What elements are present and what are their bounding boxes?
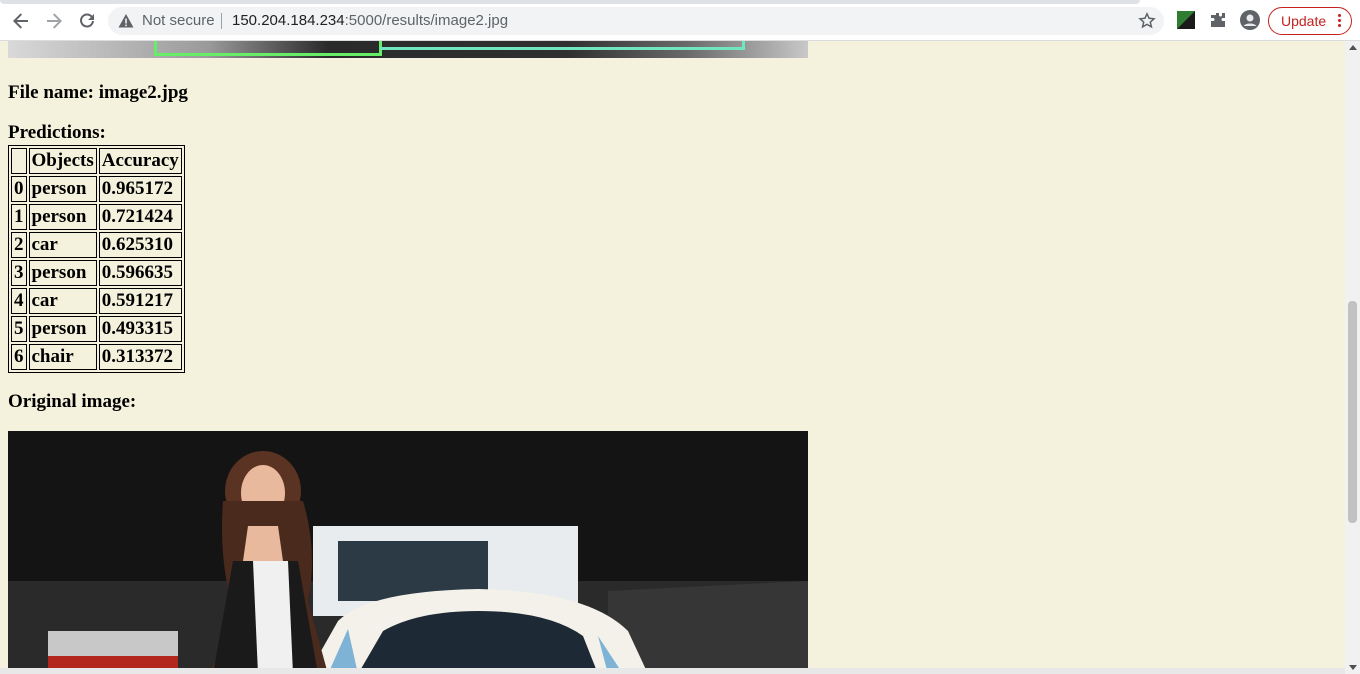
warning-icon[interactable]	[118, 13, 134, 29]
predictions-table: Objects Accuracy 0 person 0.965172 1 person…	[8, 145, 185, 373]
annotated-result-image	[8, 41, 808, 58]
arrow-left-icon	[13, 13, 28, 29]
accuracy-header: Accuracy	[98, 148, 182, 174]
omnibox-divider	[221, 13, 222, 29]
update-label: Update	[1281, 13, 1327, 29]
scroll-down-arrow-icon[interactable]	[1349, 665, 1357, 670]
predictions-heading: Predictions:	[8, 122, 106, 143]
row-accuracy: 0.493315	[98, 316, 182, 342]
row-object: chair	[28, 344, 97, 370]
tab-strip-edge	[0, 0, 1140, 4]
row-object: car	[28, 232, 97, 258]
extension-app-icon[interactable]	[1177, 11, 1195, 29]
back-button[interactable]	[9, 9, 33, 33]
row-index: 6	[11, 344, 27, 370]
table-row: 1 person 0.721424	[11, 204, 182, 230]
row-index: 5	[11, 316, 27, 342]
url-text[interactable]: 150.204.184.234:5000/results/image2.jpg	[232, 12, 508, 29]
browser-toolbar: Not secure 150.204.184.234:5000/results/…	[0, 0, 1360, 41]
bookmark-star-icon[interactable]	[1138, 12, 1156, 30]
table-header-row: Objects Accuracy	[11, 148, 182, 174]
update-button[interactable]: Update	[1268, 7, 1352, 35]
detection-box	[380, 41, 745, 50]
table-row: 2 car 0.625310	[11, 232, 182, 258]
file-name-heading: File name: image2.jpg	[8, 82, 188, 103]
row-index: 1	[11, 204, 27, 230]
car-show-photo	[8, 431, 808, 674]
arrow-right-icon	[47, 13, 62, 29]
puzzle-extensions-icon[interactable]	[1209, 11, 1227, 29]
table-row: 6 chair 0.313372	[11, 344, 182, 370]
original-image-heading: Original image:	[8, 391, 137, 412]
table-row: 0 person 0.965172	[11, 176, 182, 202]
row-object: person	[28, 316, 97, 342]
row-accuracy: 0.721424	[98, 204, 182, 230]
url-host: 150.204.184.234	[232, 12, 345, 29]
row-object: person	[28, 204, 97, 230]
reload-icon	[80, 13, 94, 28]
table-row: 3 person 0.596635	[11, 260, 182, 286]
scroll-up-arrow-icon[interactable]	[1349, 45, 1357, 50]
row-index: 4	[11, 288, 27, 314]
row-accuracy: 0.313372	[98, 344, 182, 370]
row-accuracy: 0.591217	[98, 288, 182, 314]
row-object: car	[28, 288, 97, 314]
table-row: 4 car 0.591217	[11, 288, 182, 314]
row-accuracy: 0.625310	[98, 232, 182, 258]
row-index: 0	[11, 176, 27, 202]
original-image	[8, 431, 808, 674]
horizontal-scrollbar[interactable]	[0, 668, 1345, 674]
scrollbar-thumb[interactable]	[1348, 301, 1357, 523]
more-menu-icon[interactable]	[1338, 14, 1341, 29]
row-object: person	[28, 176, 97, 202]
address-bar[interactable]: Not secure 150.204.184.234:5000/results/…	[108, 7, 1164, 35]
profile-avatar-icon[interactable]	[1240, 10, 1260, 30]
forward-button[interactable]	[42, 9, 66, 33]
security-label[interactable]: Not secure	[142, 12, 215, 29]
row-accuracy: 0.965172	[98, 176, 182, 202]
url-path: :5000/results/image2.jpg	[344, 12, 509, 29]
row-index: 3	[11, 260, 27, 286]
vertical-scrollbar[interactable]	[1345, 41, 1360, 674]
detection-box	[154, 41, 382, 56]
row-object: person	[28, 260, 97, 286]
table-row: 5 person 0.493315	[11, 316, 182, 342]
objects-header: Objects	[28, 148, 97, 174]
row-index: 2	[11, 232, 27, 258]
reload-button[interactable]	[75, 9, 99, 33]
row-accuracy: 0.596635	[98, 260, 182, 286]
index-header	[11, 148, 27, 174]
